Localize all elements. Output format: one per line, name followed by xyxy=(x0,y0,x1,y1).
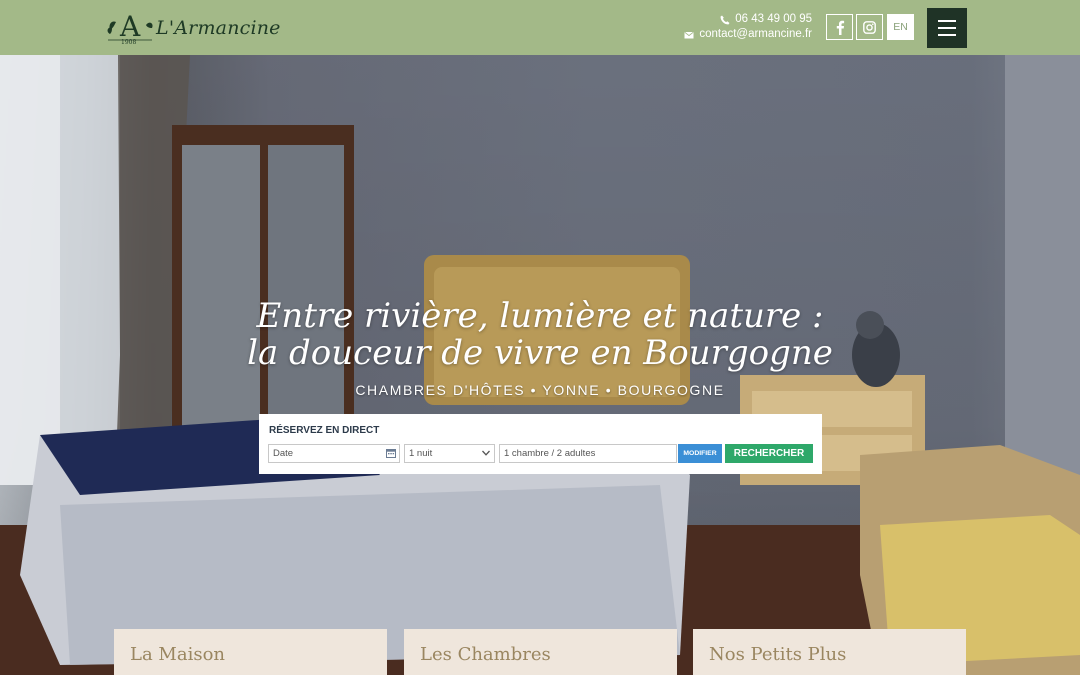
chevron-down-icon xyxy=(482,450,490,456)
instagram-icon xyxy=(863,20,876,34)
email-address[interactable]: contact@armancine.fr xyxy=(699,27,812,42)
menu-bar-icon xyxy=(938,27,956,29)
nights-select[interactable]: 1 nuit xyxy=(404,444,495,463)
hero-headline: Entre rivière, lumière et nature : la do… xyxy=(0,298,1080,372)
headline-line-1: Entre rivière, lumière et nature : xyxy=(256,296,824,336)
date-placeholder: Date xyxy=(273,448,294,459)
logo-text: L'Armancine xyxy=(156,17,281,39)
email-line[interactable]: contact@armancine.fr xyxy=(684,27,812,42)
phone-icon xyxy=(720,15,730,24)
site-header: A 1908 L'Armancine 06 43 49 00 95 contac… xyxy=(0,0,1080,55)
card-label: Nos Petits Plus xyxy=(709,644,847,665)
rooms-value: 1 chambre / 2 adultes xyxy=(504,448,596,459)
instagram-button[interactable] xyxy=(856,14,883,40)
modify-button[interactable]: MODIFIER xyxy=(678,444,722,463)
menu-bar-icon xyxy=(938,20,956,22)
facebook-button[interactable] xyxy=(826,14,853,40)
hero-tagline: CHAMBRES D'HÔTES • YONNE • BOURGOGNE xyxy=(355,382,725,398)
nights-value: 1 nuit xyxy=(409,448,433,459)
contact-info: 06 43 49 00 95 contact@armancine.fr xyxy=(684,12,812,42)
booking-widget: RÉSERVEZ EN DIRECT Date 1 nuit 1 chambre… xyxy=(259,414,822,474)
rooms-guests-field[interactable]: 1 chambre / 2 adultes xyxy=(499,444,677,463)
calendar-icon xyxy=(386,449,396,458)
card-la-maison[interactable]: La Maison xyxy=(114,629,387,675)
hero-banner: Entre rivière, lumière et nature : la do… xyxy=(0,55,1080,675)
card-label: Les Chambres xyxy=(420,644,551,665)
booking-title: RÉSERVEZ EN DIRECT xyxy=(269,425,380,436)
logo-year: 1908 xyxy=(121,39,137,46)
language-switch-en[interactable]: EN xyxy=(887,14,914,40)
phone-number[interactable]: 06 43 49 00 95 xyxy=(735,12,812,27)
site-logo[interactable]: A 1908 L'Armancine xyxy=(106,8,280,48)
menu-bar-icon xyxy=(938,34,956,36)
date-input[interactable]: Date xyxy=(268,444,400,463)
envelope-icon xyxy=(684,31,694,38)
search-button[interactable]: RECHERCHER xyxy=(725,444,813,463)
hamburger-menu-button[interactable] xyxy=(927,8,967,48)
facebook-icon xyxy=(836,20,844,35)
headline-line-2: la douceur de vivre en Bourgogne xyxy=(247,333,833,373)
card-label: La Maison xyxy=(130,644,225,665)
card-les-chambres[interactable]: Les Chambres xyxy=(404,629,677,675)
phone-line[interactable]: 06 43 49 00 95 xyxy=(684,12,812,27)
card-nos-petits-plus[interactable]: Nos Petits Plus xyxy=(693,629,966,675)
